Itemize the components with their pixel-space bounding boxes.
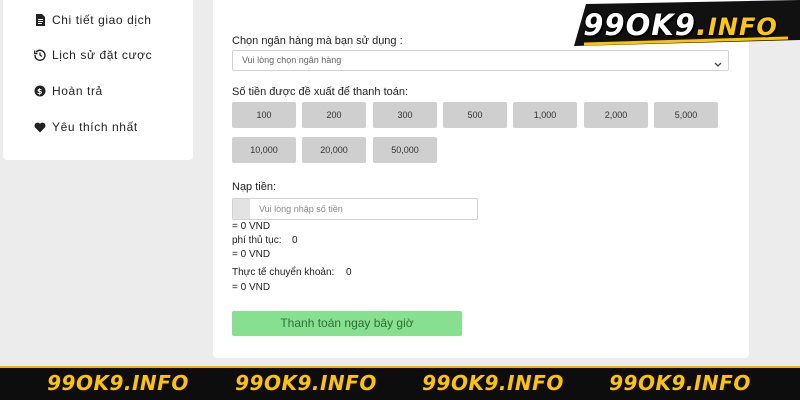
coin-icon: $ (33, 85, 47, 97)
deposit-amount-placeholder: Vui lòng nhập số tiền (259, 204, 343, 214)
deposit-equivalent: = 0 VND (232, 221, 271, 232)
fee-equivalent: = 0 VND (232, 249, 271, 260)
sidebar-item-refund[interactable]: $ Hoàn trả (33, 81, 103, 101)
amount-button-10000[interactable]: 10,000 (232, 137, 296, 163)
sidebar-item-transaction-details[interactable]: Chi tiết giao dịch (33, 10, 152, 30)
amount-button-50000[interactable]: 50,000 (373, 137, 437, 163)
amount-button-5000[interactable]: 5,000 (654, 102, 718, 128)
bank-select[interactable]: Vui lòng chọn ngân hàng (232, 50, 729, 71)
bank-label: Chọn ngân hàng mà bạn sử dụng : (232, 35, 403, 47)
amount-button-20000[interactable]: 20,000 (302, 137, 366, 163)
suggested-amounts-label: Số tiền được đề xuất để thanh toán: (232, 86, 409, 98)
watermark-text: 99OK9.INFO (47, 371, 189, 395)
chevron-down-icon (714, 56, 722, 75)
amount-button-2000[interactable]: 2,000 (584, 102, 648, 128)
amount-button-1000[interactable]: 1,000 (513, 102, 577, 128)
amount-button-200[interactable]: 200 (302, 102, 366, 128)
site-logo: 99OK9.INFO (568, 0, 800, 52)
document-icon (33, 14, 47, 26)
amount-button-100[interactable]: 100 (232, 102, 296, 128)
deposit-label: Nạp tiền: (232, 181, 277, 193)
fee-label: phí thủ tục: (232, 235, 282, 246)
pay-now-button[interactable]: Thanh toán ngay bây giờ (232, 311, 462, 336)
heart-icon (33, 122, 47, 133)
bank-select-placeholder: Vui lòng chọn ngân hàng (242, 55, 342, 65)
deposit-amount-input[interactable]: Vui lòng nhập số tiền (232, 198, 478, 220)
account-sidebar: Chi tiết giao dịch Lịch sử đặt cược $ Ho… (3, 0, 193, 160)
svg-text:$: $ (37, 87, 43, 96)
sidebar-item-bet-history[interactable]: Lịch sử đặt cược (33, 45, 152, 65)
actual-transfer-value: 0 (346, 267, 352, 278)
amount-button-300[interactable]: 300 (373, 102, 437, 128)
sidebar-item-label: Chi tiết giao dịch (52, 13, 152, 27)
watermark-banner: 99OK9.INFO 99OK9.INFO 99OK9.INFO 99OK9.I… (0, 366, 800, 400)
history-icon (33, 49, 47, 61)
sidebar-item-label: Lịch sử đặt cược (52, 48, 153, 62)
logo-text: 99OK9.INFO (568, 8, 793, 42)
logo-main: 99OK9 (583, 8, 696, 42)
sidebar-item-label: Hoàn trả (52, 84, 103, 98)
actual-transfer-label: Thực tế chuyển khoản: (232, 267, 335, 278)
watermark-text: 99OK9.INFO (422, 371, 564, 395)
deposit-panel: Chọn ngân hàng mà bạn sử dụng : Vui lòng… (213, 0, 749, 358)
amount-button-500[interactable]: 500 (443, 102, 507, 128)
fee-value: 0 (292, 235, 298, 246)
watermark-text: 99OK9.INFO (609, 371, 751, 395)
input-addon (233, 199, 250, 219)
logo-suffix: INFO (707, 13, 778, 41)
sidebar-item-favorites[interactable]: Yêu thích nhất (33, 117, 138, 137)
logo-dot: . (695, 8, 708, 42)
actual-transfer-equivalent: = 0 VND (232, 282, 271, 293)
sidebar-item-label: Yêu thích nhất (52, 120, 138, 134)
watermark-text: 99OK9.INFO (235, 371, 377, 395)
